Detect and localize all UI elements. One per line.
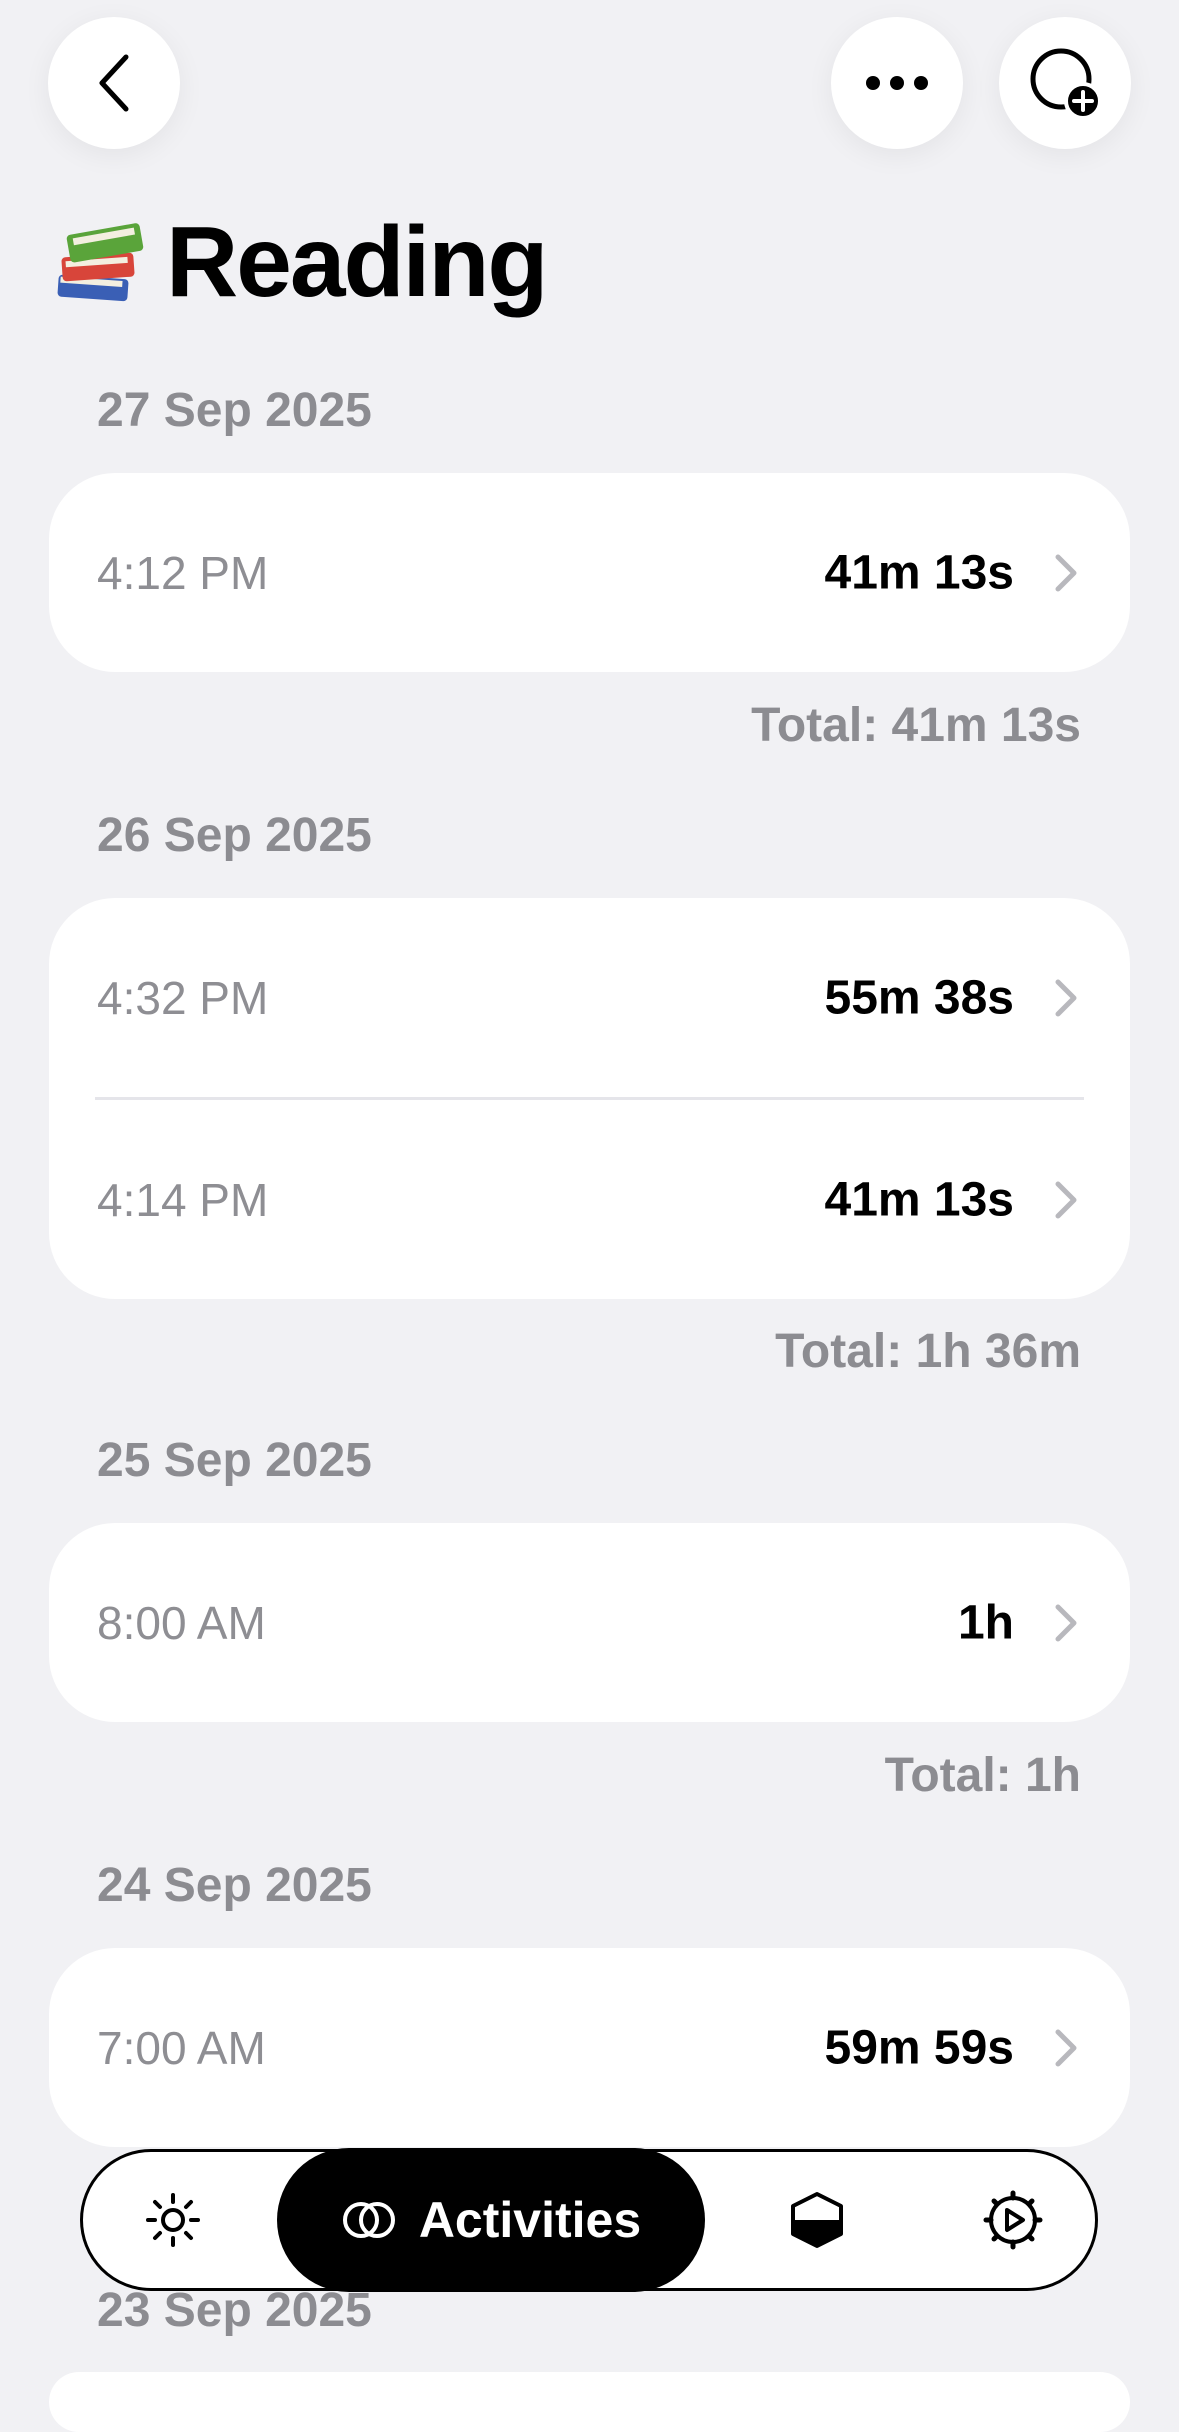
session-duration: 55m 38s: [824, 971, 1015, 1024]
session-row[interactable]: 4:12 PM 41m 13s: [49, 473, 1130, 672]
chevron-right-icon: [1055, 2029, 1077, 2066]
tab-today[interactable]: [138, 2185, 208, 2255]
session-time: 7:00 AM: [97, 2021, 266, 2074]
date-header: 26 Sep 2025: [97, 809, 372, 862]
books-emoji-icon: [57, 222, 144, 301]
session-row[interactable]: 8:00 AM 1h: [49, 1523, 1130, 1722]
session-row[interactable]: 7:00 AM 59m 59s: [49, 1948, 1130, 2147]
day-total: Total: 41m 13s: [751, 699, 1081, 752]
tab-bar: Activities: [80, 2148, 1098, 2292]
chevron-right-icon: [1055, 554, 1077, 591]
page-title: Reading: [166, 206, 548, 318]
session-row[interactable]: 4:32 PM 55m 38s: [49, 898, 1130, 1097]
date-header: 25 Sep 2025: [97, 1434, 372, 1487]
chevron-right-icon: [1055, 1604, 1077, 1641]
tab-activities-label: Activities: [418, 2192, 642, 2248]
day-card: [49, 2372, 1130, 2432]
day-card: 4:32 PM 55m 38s 4:14 PM 41m 13s: [49, 898, 1130, 1299]
day-total: Total: 1h 36m: [775, 1325, 1081, 1378]
session-time: 4:14 PM: [97, 1173, 269, 1226]
date-header: 24 Sep 2025: [97, 1859, 372, 1912]
activities-icon: [342, 2202, 395, 2238]
chevron-left-icon: [99, 54, 129, 112]
chevron-right-icon: [1055, 1181, 1077, 1218]
date-header: 27 Sep 2025: [97, 384, 372, 437]
ellipsis-icon: [866, 76, 928, 90]
half-shape-icon: [791, 2192, 843, 2248]
gear-icon: [983, 2190, 1043, 2250]
session-duration: 41m 13s: [824, 546, 1015, 599]
add-circle-icon: [1030, 48, 1102, 120]
more-options-button[interactable]: [831, 17, 963, 149]
tab-activities[interactable]: Activities: [277, 2148, 705, 2292]
date-header: 23 Sep 2025: [97, 2284, 372, 2337]
session-duration: 59m 59s: [824, 2021, 1015, 2074]
day-total: Total: 1h: [884, 1749, 1081, 1802]
session-row[interactable]: 4:14 PM 41m 13s: [49, 1100, 1130, 1299]
back-button[interactable]: [48, 17, 180, 149]
page-title-row: Reading: [54, 205, 548, 320]
day-card: 8:00 AM 1h: [49, 1523, 1130, 1722]
tab-progress[interactable]: [782, 2185, 852, 2255]
session-time: 8:00 AM: [97, 1596, 266, 1649]
session-time: 4:32 PM: [97, 971, 269, 1024]
day-card: 7:00 AM 59m 59s: [49, 1948, 1130, 2147]
tab-settings[interactable]: [978, 2185, 1048, 2255]
add-session-button[interactable]: [999, 17, 1131, 149]
session-duration: 1h: [957, 1596, 1014, 1649]
session-time: 4:12 PM: [97, 546, 269, 599]
chevron-right-icon: [1055, 979, 1077, 1016]
session-duration: 41m 13s: [824, 1173, 1015, 1226]
day-card: 4:12 PM 41m 13s: [49, 473, 1130, 672]
brightness-icon: [146, 2193, 200, 2247]
